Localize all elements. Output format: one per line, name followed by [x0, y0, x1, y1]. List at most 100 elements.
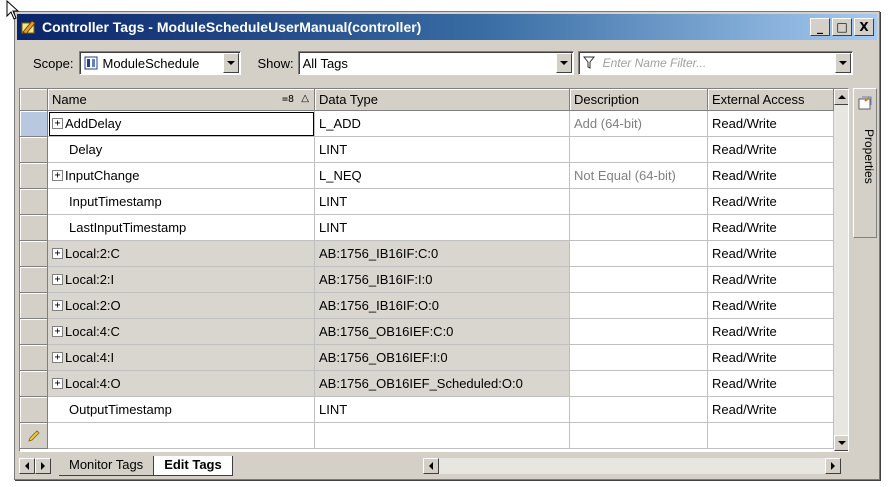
table-row[interactable]: + AddDelay L_ADD Add (64-bit) Read/Write: [20, 111, 834, 137]
description-cell[interactable]: [570, 267, 708, 293]
expand-icon[interactable]: +: [52, 378, 63, 389]
row-header[interactable]: [20, 111, 48, 137]
data-type-cell[interactable]: AB:1756_IB16IF:I:0: [315, 267, 570, 293]
row-header[interactable]: [20, 267, 48, 293]
row-header[interactable]: [20, 163, 48, 189]
tag-name-cell[interactable]: InputTimestamp: [48, 189, 315, 215]
properties-side-tab[interactable]: Properties: [853, 88, 877, 238]
tab-monitor-tags[interactable]: Monitor Tags: [59, 456, 154, 476]
data-type-cell[interactable]: AB:1756_IB16IF:O:0: [315, 293, 570, 319]
external-access-cell[interactable]: Read/Write: [708, 137, 834, 163]
data-type-cell[interactable]: AB:1756_OB16IEF:I:0: [315, 345, 570, 371]
name-filter-input[interactable]: Enter Name Filter...: [577, 51, 853, 75]
horizontal-scrollbar[interactable]: [423, 458, 841, 474]
expand-icon[interactable]: +: [52, 326, 63, 337]
column-header-data-type[interactable]: Data Type: [315, 89, 570, 111]
data-type-cell[interactable]: AB:1756_OB16IEF:C:0: [315, 319, 570, 345]
table-row[interactable]: + Local:2:I AB:1756_IB16IF:I:0 Read/Write: [20, 267, 834, 293]
show-dropdown-arrow[interactable]: [555, 53, 572, 73]
table-row[interactable]: OutputTimestamp LINT Read/Write: [20, 397, 834, 423]
table-row[interactable]: LastInputTimestamp LINT Read/Write: [20, 215, 834, 241]
row-header[interactable]: [20, 397, 48, 423]
row-header[interactable]: [20, 137, 48, 163]
table-row[interactable]: + Local:4:C AB:1756_OB16IEF:C:0 Read/Write: [20, 319, 834, 345]
expand-icon[interactable]: +: [52, 300, 63, 311]
column-sort-icon[interactable]: =8: [282, 89, 294, 110]
tag-name-cell[interactable]: + Local:4:I: [48, 345, 315, 371]
expand-icon[interactable]: +: [52, 170, 63, 181]
tag-name-cell[interactable]: + Local:4:O: [48, 371, 315, 397]
external-access-cell[interactable]: Read/Write: [708, 111, 834, 137]
data-type-cell[interactable]: AB:1756_OB16IEF_Scheduled:O:0: [315, 371, 570, 397]
row-header[interactable]: [20, 319, 48, 345]
tag-name-cell[interactable]: + AddDelay: [48, 111, 315, 137]
tab-edit-tags[interactable]: Edit Tags: [153, 456, 233, 476]
table-row[interactable]: + InputChange L_NEQ Not Equal (64-bit) Read/…: [20, 163, 834, 189]
tag-name-cell[interactable]: + InputChange: [48, 163, 315, 189]
description-cell[interactable]: Not Equal (64-bit): [570, 163, 708, 189]
external-access-cell[interactable]: Read/Write: [708, 267, 834, 293]
new-tag-type-cell[interactable]: [315, 423, 570, 449]
table-row[interactable]: + Local:4:O AB:1756_OB16IEF_Scheduled:O:0 R…: [20, 371, 834, 397]
data-type-cell[interactable]: L_ADD: [315, 111, 570, 137]
new-tag-row[interactable]: [20, 423, 834, 449]
table-row[interactable]: + Local:2:O AB:1756_IB16IF:O:0 Read/Write: [20, 293, 834, 319]
external-access-cell[interactable]: Read/Write: [708, 163, 834, 189]
row-header[interactable]: [20, 423, 48, 449]
description-cell[interactable]: [570, 397, 708, 423]
expand-icon[interactable]: +: [52, 118, 63, 129]
sort-ascending-icon[interactable]: △: [301, 89, 309, 109]
filter-dropdown-arrow[interactable]: [834, 53, 851, 73]
new-tag-name-cell[interactable]: [48, 423, 315, 449]
expand-icon[interactable]: +: [52, 248, 63, 259]
tag-name-cell[interactable]: + Local:4:C: [48, 319, 315, 345]
external-access-cell[interactable]: Read/Write: [708, 241, 834, 267]
expand-icon[interactable]: +: [52, 274, 63, 285]
external-access-cell[interactable]: Read/Write: [708, 215, 834, 241]
title-bar[interactable]: Controller Tags - ModuleScheduleUserManu…: [17, 14, 877, 40]
data-type-cell[interactable]: LINT: [315, 215, 570, 241]
external-access-cell[interactable]: Read/Write: [708, 371, 834, 397]
maximize-button[interactable]: □: [832, 18, 852, 36]
external-access-cell[interactable]: Read/Write: [708, 189, 834, 215]
row-header[interactable]: [20, 345, 48, 371]
description-cell[interactable]: Add (64-bit): [570, 111, 708, 137]
vertical-scrollbar[interactable]: [834, 89, 848, 451]
table-row[interactable]: Delay LINT Read/Write: [20, 137, 834, 163]
table-row[interactable]: + Local:2:C AB:1756_IB16IF:C:0 Read/Write: [20, 241, 834, 267]
data-type-cell[interactable]: AB:1756_IB16IF:C:0: [315, 241, 570, 267]
scope-dropdown-arrow[interactable]: [223, 53, 240, 73]
external-access-cell[interactable]: Read/Write: [708, 345, 834, 371]
tag-name-cell[interactable]: Delay: [48, 137, 315, 163]
external-access-cell[interactable]: Read/Write: [708, 397, 834, 423]
tag-name-cell[interactable]: OutputTimestamp: [48, 397, 315, 423]
scope-dropdown[interactable]: ModuleSchedule: [79, 51, 242, 75]
tag-name-cell[interactable]: LastInputTimestamp: [48, 215, 315, 241]
description-cell[interactable]: [570, 241, 708, 267]
table-row[interactable]: + Local:4:I AB:1756_OB16IEF:I:0 Read/Write: [20, 345, 834, 371]
close-button[interactable]: X: [854, 18, 874, 36]
external-access-cell[interactable]: Read/Write: [708, 293, 834, 319]
tag-name-cell[interactable]: + Local:2:O: [48, 293, 315, 319]
description-cell[interactable]: [570, 293, 708, 319]
row-header[interactable]: [20, 215, 48, 241]
new-tag-desc-cell[interactable]: [570, 423, 708, 449]
scroll-down-button[interactable]: [834, 435, 848, 451]
row-header[interactable]: [20, 371, 48, 397]
description-cell[interactable]: [570, 215, 708, 241]
external-access-cell[interactable]: Read/Write: [708, 319, 834, 345]
show-dropdown[interactable]: All Tags: [297, 51, 574, 75]
minimize-button[interactable]: _: [810, 18, 830, 36]
data-type-cell[interactable]: LINT: [315, 397, 570, 423]
tag-name-cell[interactable]: + Local:2:C: [48, 241, 315, 267]
scroll-up-button[interactable]: [834, 89, 848, 105]
row-header[interactable]: [20, 189, 48, 215]
description-cell[interactable]: [570, 371, 708, 397]
row-header[interactable]: [20, 241, 48, 267]
scroll-right-button[interactable]: [825, 458, 841, 474]
row-header[interactable]: [20, 293, 48, 319]
description-cell[interactable]: [570, 137, 708, 163]
scroll-left-button[interactable]: [423, 458, 439, 474]
column-header-description[interactable]: Description: [570, 89, 708, 111]
tab-scroll-left-button[interactable]: [19, 458, 35, 474]
